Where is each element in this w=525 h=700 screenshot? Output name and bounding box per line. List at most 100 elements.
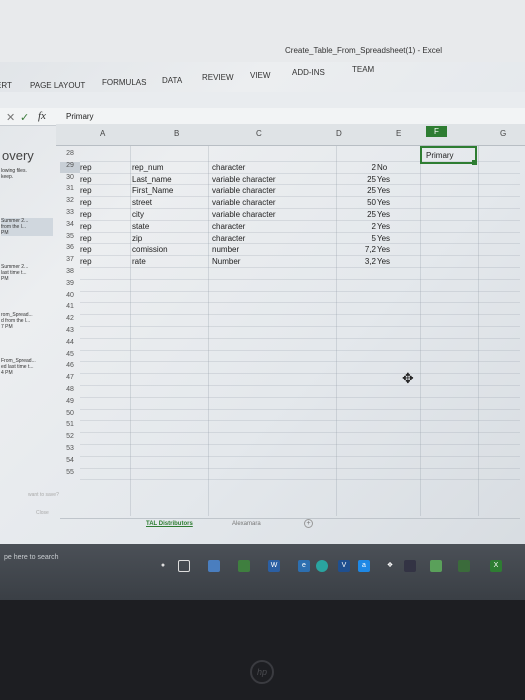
cell-c[interactable]: variable character [212, 186, 276, 195]
camera-icon[interactable] [430, 560, 442, 572]
cell-a[interactable]: rep [80, 245, 92, 254]
cell-d[interactable]: 5 [372, 234, 376, 243]
cell-d[interactable]: 7,2 [365, 245, 376, 254]
cell-c[interactable]: variable character [212, 175, 276, 184]
cell-b[interactable]: comission [132, 245, 168, 254]
recovery-file-item[interactable]: Summer 2... from the l... PM [1, 218, 53, 236]
tab-page-layout[interactable]: PAGE LAYOUT [30, 81, 85, 90]
add-sheet-icon[interactable]: + [304, 519, 313, 528]
row-header[interactable]: 34 [60, 221, 80, 232]
row-header[interactable]: 41 [60, 303, 80, 314]
tab-insert[interactable]: ERT [0, 81, 12, 90]
media-icon[interactable] [458, 560, 470, 572]
row-header[interactable]: 30 [60, 174, 80, 185]
dropbox-icon[interactable]: ❖ [384, 560, 396, 572]
cell-e[interactable]: Yes [377, 222, 390, 231]
tab-review[interactable]: REVIEW [202, 73, 234, 82]
row-header[interactable]: 43 [60, 327, 80, 338]
cell-d[interactable]: 25 [367, 175, 376, 184]
microphone-icon[interactable]: ● [157, 560, 169, 572]
row-header[interactable]: 55 [60, 469, 80, 480]
row-header[interactable]: 52 [60, 433, 80, 444]
store-icon[interactable] [238, 560, 250, 572]
cell-a[interactable]: rep [80, 175, 92, 184]
tab-data[interactable]: DATA [162, 76, 182, 85]
row-header[interactable]: 54 [60, 457, 80, 468]
cell-d[interactable]: 2 [372, 163, 376, 172]
tab-view[interactable]: VIEW [250, 71, 270, 80]
row-header[interactable]: 40 [60, 292, 80, 303]
row-header[interactable]: 49 [60, 398, 80, 409]
cell-d[interactable]: 2 [372, 222, 376, 231]
row-header[interactable]: 44 [60, 339, 80, 350]
row-header[interactable]: 48 [60, 386, 80, 397]
app-icon[interactable] [404, 560, 416, 572]
cell-e[interactable]: Yes [377, 257, 390, 266]
row-header[interactable]: 42 [60, 315, 80, 326]
recovery-file-item[interactable]: rom_Spread... d from the l... 7 PM [1, 312, 53, 330]
cell-b[interactable]: state [132, 222, 149, 231]
cell-b[interactable]: rep_num [132, 163, 164, 172]
row-header[interactable]: 33 [60, 209, 80, 220]
cell-e[interactable]: No [377, 163, 387, 172]
cell-e[interactable]: Yes [377, 234, 390, 243]
cell-e[interactable]: Yes [377, 186, 390, 195]
column-header-d[interactable]: D [336, 129, 342, 138]
amazon-icon[interactable]: a [358, 560, 370, 572]
cell-a[interactable]: rep [80, 234, 92, 243]
tab-add-ins[interactable]: ADD-INS [292, 68, 325, 77]
row-header[interactable]: 32 [60, 197, 80, 208]
column-header-g[interactable]: G [500, 129, 506, 138]
cell-b[interactable]: zip [132, 234, 142, 243]
cell-c[interactable]: Number [212, 257, 240, 266]
cell-c[interactable]: variable character [212, 210, 276, 219]
cell-b[interactable]: First_Name [132, 186, 173, 195]
row-header[interactable]: 45 [60, 351, 80, 362]
cell-b[interactable]: rate [132, 257, 146, 266]
row-header[interactable]: 50 [60, 410, 80, 421]
cell-b[interactable]: city [132, 210, 144, 219]
cell-b[interactable]: Last_name [132, 175, 172, 184]
cell-a[interactable]: rep [80, 198, 92, 207]
sheet-tab-tal-distributors[interactable]: TAL Distributors [146, 521, 193, 527]
cell-d[interactable]: 25 [367, 210, 376, 219]
row-header[interactable]: 51 [60, 421, 80, 432]
column-header-c[interactable]: C [256, 129, 262, 138]
recovery-file-item[interactable]: Summer 2... last time t... PM [1, 264, 53, 282]
column-header-b[interactable]: B [174, 129, 179, 138]
file-explorer-icon[interactable] [208, 560, 220, 572]
word-icon[interactable]: W [268, 560, 280, 572]
cell-b[interactable]: street [132, 198, 152, 207]
cell-e[interactable]: Yes [377, 198, 390, 207]
fill-handle[interactable] [472, 160, 477, 165]
tab-formulas[interactable]: FORMULAS [102, 78, 146, 87]
edge-icon[interactable]: e [298, 560, 310, 572]
excel-icon[interactable]: X [490, 560, 502, 572]
recovery-file-item[interactable]: From_Spread... ed last time t... 4 PM [1, 358, 53, 376]
selected-cell-outline[interactable]: Primary [420, 146, 477, 164]
taskbar-search[interactable]: pe here to search [0, 550, 150, 568]
cell-a[interactable]: rep [80, 163, 92, 172]
row-header[interactable]: 53 [60, 445, 80, 456]
cell-a[interactable]: rep [80, 186, 92, 195]
cell-e[interactable]: Yes [377, 245, 390, 254]
row-header[interactable]: 46 [60, 362, 80, 373]
visio-icon[interactable]: V [338, 560, 350, 572]
cell-c[interactable]: character [212, 222, 245, 231]
row-header[interactable]: 39 [60, 280, 80, 291]
cell-c[interactable]: character [212, 234, 245, 243]
close-button[interactable]: Close [36, 510, 88, 516]
column-header-a[interactable]: A [100, 129, 105, 138]
formula-input[interactable]: Primary [66, 112, 94, 121]
check-icon[interactable]: ✓ [20, 111, 29, 124]
row-header[interactable]: 36 [60, 244, 80, 255]
insert-function-icon[interactable]: fx [38, 110, 46, 122]
row-header[interactable]: 31 [60, 185, 80, 196]
cell-a[interactable]: rep [80, 222, 92, 231]
cell-a[interactable]: rep [80, 257, 92, 266]
cell-c[interactable]: number [212, 245, 239, 254]
sheet-tab-alexamara[interactable]: Alexamara [232, 521, 261, 527]
cell-e[interactable]: Yes [377, 210, 390, 219]
row-header[interactable]: 29 [60, 161, 80, 173]
cell-a[interactable]: rep [80, 210, 92, 219]
